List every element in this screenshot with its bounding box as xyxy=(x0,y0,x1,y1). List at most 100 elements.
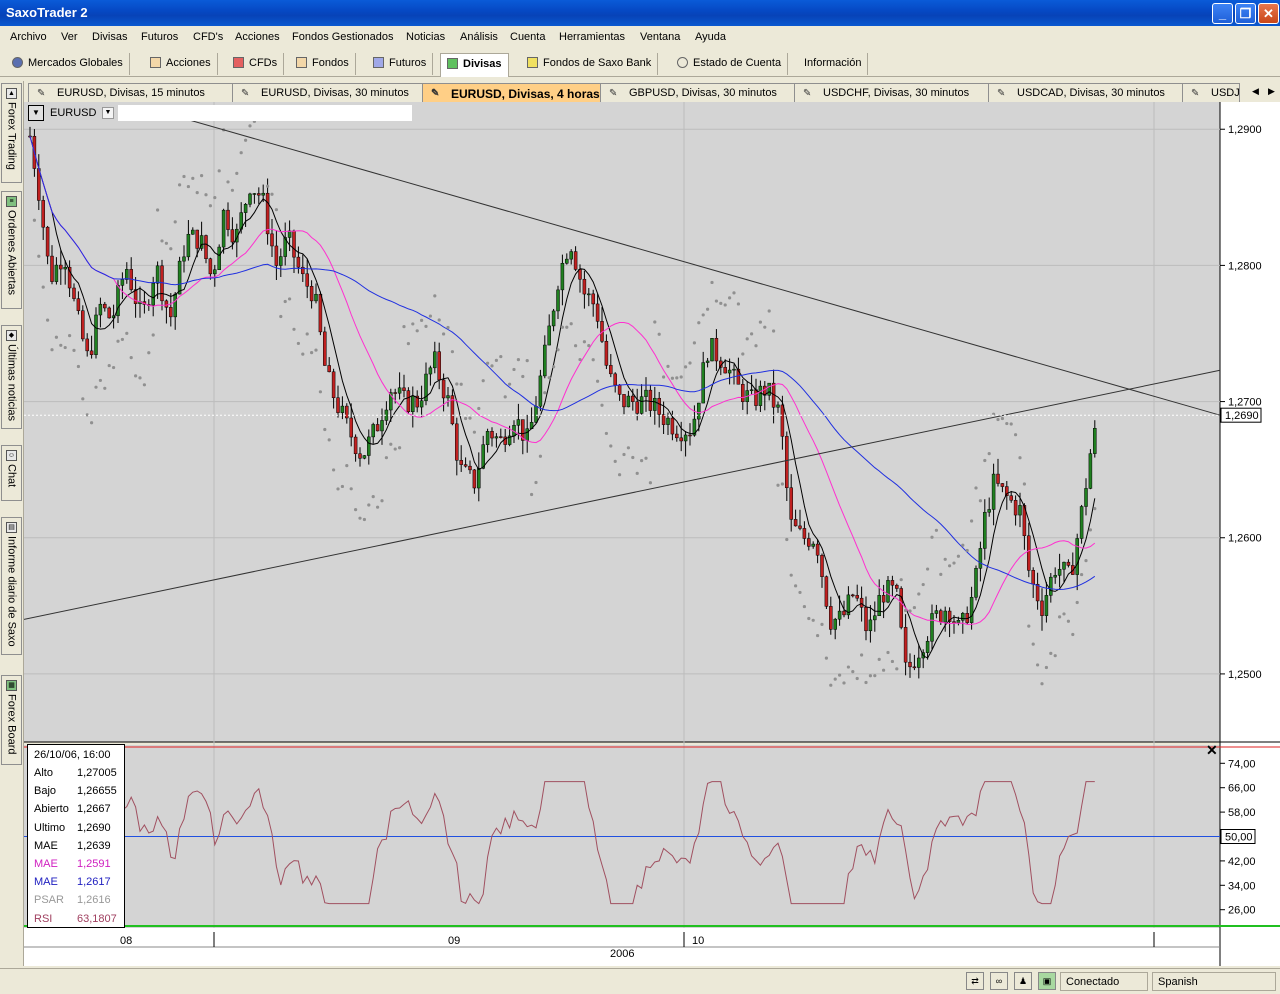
candle-body xyxy=(1013,499,1018,516)
candle-body xyxy=(578,269,582,280)
candle-body xyxy=(683,434,688,442)
side-tab-chat[interactable]: ☺ Chat xyxy=(1,445,22,501)
cat-divisas[interactable]: Divisas xyxy=(440,53,509,77)
psar-dot xyxy=(1036,663,1040,667)
candle-body xyxy=(741,384,745,402)
psar-dot xyxy=(688,361,692,365)
psar-dot xyxy=(912,605,917,610)
candle-body xyxy=(622,394,626,408)
psar-dot xyxy=(437,318,441,322)
menu-fondos-gestionados[interactable]: Fondos Gestionados xyxy=(292,31,394,43)
menu-acciones[interactable]: Acciones xyxy=(235,31,280,43)
chart-tab-usdcad-30m[interactable]: ✎ USDCAD, Divisas, 30 minutos xyxy=(988,83,1184,102)
cat-informacion[interactable]: Información xyxy=(798,53,869,75)
psar-dot xyxy=(371,495,375,499)
close-button[interactable]: ✕ xyxy=(1258,3,1279,24)
menu-divisas[interactable]: Divisas xyxy=(92,31,127,43)
candle-body xyxy=(305,273,309,287)
month-label: 09 xyxy=(448,935,460,947)
candle-body xyxy=(710,338,714,362)
chart-tab-eurusd-30m[interactable]: ✎ EURUSD, Divisas, 30 minutos xyxy=(232,83,424,102)
psar-dot xyxy=(745,337,749,341)
psar-dot xyxy=(846,665,851,669)
cat-fondos-saxo-bank[interactable]: Fondos de Saxo Bank xyxy=(521,53,659,75)
candle-body xyxy=(367,436,371,456)
status-lock-icon[interactable]: ▣ xyxy=(1038,972,1056,990)
maximize-button[interactable]: ❐ xyxy=(1235,3,1256,24)
candle-body xyxy=(516,419,521,426)
psar-dot xyxy=(1093,507,1097,511)
candle-body xyxy=(120,279,125,286)
menu-ver[interactable]: Ver xyxy=(61,31,78,43)
menu-archivo[interactable]: Archivo xyxy=(10,31,47,43)
menu-herramientas[interactable]: Herramientas xyxy=(559,31,625,43)
info-value: 1,2667 xyxy=(77,803,111,816)
side-tab-ordenes-abiertas[interactable]: ≡ Ordenes Abiertas xyxy=(1,191,22,309)
menu-futuros[interactable]: Futuros xyxy=(141,31,178,43)
symbol-selector[interactable]: ▼ EURUSD ▼ xyxy=(28,105,412,121)
psar-dot xyxy=(389,442,393,446)
menu-ventana[interactable]: Ventana xyxy=(640,31,680,43)
close-indicator-icon[interactable]: ✕ xyxy=(1206,742,1218,759)
candle-body xyxy=(265,192,270,235)
symbol-input[interactable] xyxy=(118,105,412,121)
chart-tab-gbpusd-30m[interactable]: ✎ GBPUSD, Divisas, 30 minutos xyxy=(600,83,796,102)
status-network-icon[interactable]: ⇄ xyxy=(966,972,984,990)
candle-body xyxy=(353,436,358,455)
language-status: Spanish xyxy=(1152,972,1276,991)
status-sync-icon[interactable]: ∞ xyxy=(990,972,1008,990)
menu-cfds[interactable]: CFD's xyxy=(193,31,223,43)
tab-scroll-right-icon[interactable]: ▶ xyxy=(1268,86,1275,97)
cat-acciones[interactable]: Acciones xyxy=(144,53,218,75)
psar-dot xyxy=(367,503,371,507)
side-tab-ultimas-noticias[interactable]: ◆ Últimas noticias xyxy=(1,325,22,429)
chart-tab-eurusd-4h[interactable]: ✎ EURUSD, Divisas, 4 horas xyxy=(422,83,602,102)
psar-dot xyxy=(160,239,164,243)
candle-body xyxy=(252,193,257,195)
candle-body xyxy=(340,405,345,413)
candle-body xyxy=(331,371,336,399)
psar-dot xyxy=(706,307,710,311)
candle-body xyxy=(248,193,252,205)
chart-tab-eurusd-15m[interactable]: ✎ EURUSD, Divisas, 15 minutos xyxy=(28,83,234,102)
candle-body xyxy=(1088,453,1093,489)
side-tab-forex-board[interactable]: ▦ Forex Board xyxy=(1,675,22,765)
cat-futuros[interactable]: Futuros xyxy=(367,53,434,75)
price-chart[interactable]: 1,2900 1,2800 1,2700 1,2600 1,2500 08 09 10 1,26… xyxy=(24,102,1280,966)
candle-body xyxy=(991,473,996,510)
cat-estado-de-cuenta[interactable]: Estado de Cuenta xyxy=(671,53,789,75)
psar-dot xyxy=(860,653,864,657)
chart-menu-icon[interactable]: ▼ xyxy=(28,105,44,121)
candle-body xyxy=(490,431,494,439)
cat-fondos[interactable]: Fondos xyxy=(290,53,356,75)
status-user-icon[interactable]: ♟ xyxy=(1014,972,1032,990)
candle-body xyxy=(534,405,538,423)
candle-body xyxy=(780,404,785,437)
symbol-dropdown-icon[interactable]: ▼ xyxy=(102,107,114,119)
candle-body xyxy=(644,389,648,397)
cat-mercados-globales[interactable]: Mercados Globales xyxy=(6,53,130,75)
candle-body xyxy=(419,400,424,408)
menu-ayuda[interactable]: Ayuda xyxy=(695,31,726,43)
psar-dot xyxy=(1005,421,1009,426)
cat-cfds[interactable]: CFDs xyxy=(227,53,285,75)
psar-dot xyxy=(266,184,270,188)
tab-scroll-left-icon[interactable]: ◀ xyxy=(1252,86,1259,97)
psar-dot xyxy=(59,343,63,347)
psar-dot xyxy=(987,452,991,456)
candle-body xyxy=(767,382,771,396)
side-tab-forex-trading[interactable]: ▲ Forex Trading xyxy=(1,83,22,183)
chart-tab-usdjpy-30m[interactable]: ✎USDJPY, Divisas, 30 minutos xyxy=(1182,83,1240,102)
chart-area[interactable]: 1,2900 1,2800 1,2700 1,2600 1,2500 08 09 10 1,26… xyxy=(24,102,1280,966)
psar-dot xyxy=(323,427,327,432)
window-title: SaxoTrader 2 xyxy=(6,5,88,20)
minimize-button[interactable]: _ xyxy=(1212,3,1233,24)
side-tab-informe-diario[interactable]: ▤ Informe diario de Saxo xyxy=(1,517,22,655)
menu-noticias[interactable]: Noticias xyxy=(406,31,445,43)
chart-tab-usdchf-30m[interactable]: ✎ USDCHF, Divisas, 30 minutos xyxy=(794,83,990,102)
psar-dot xyxy=(750,332,754,336)
psar-dot xyxy=(776,483,780,487)
candle-body xyxy=(697,402,701,420)
menu-analisis[interactable]: Análisis xyxy=(460,31,498,43)
menu-cuenta[interactable]: Cuenta xyxy=(510,31,545,43)
